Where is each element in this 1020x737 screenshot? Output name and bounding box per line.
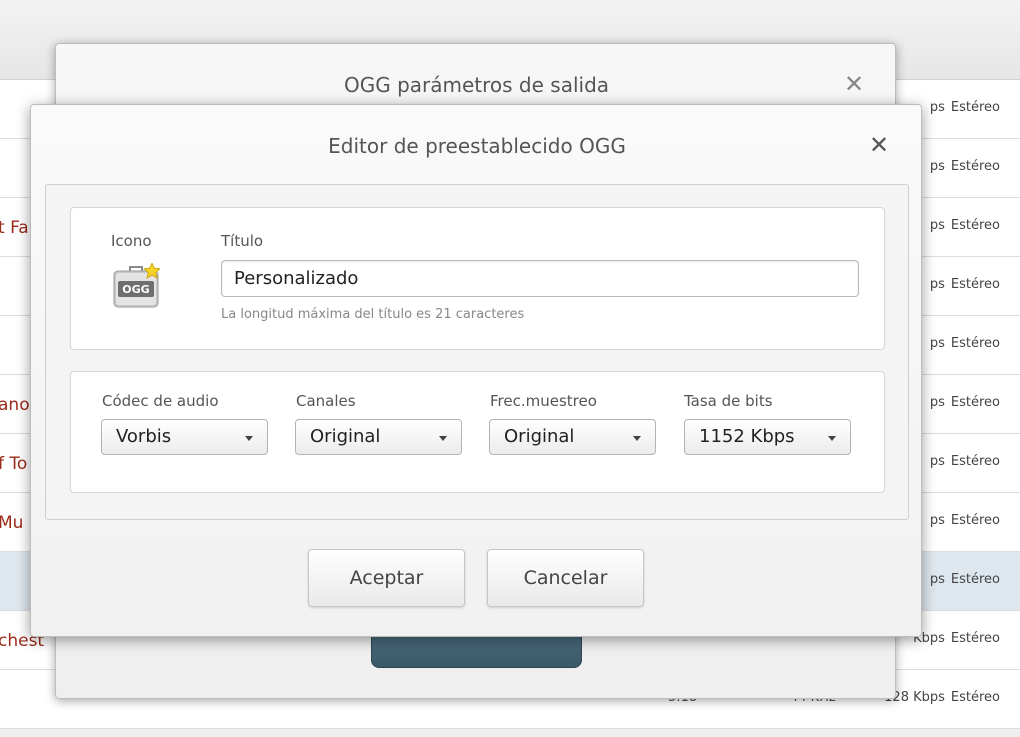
preset-title-input[interactable] bbox=[221, 260, 859, 297]
track-meta: ps Estéreo bbox=[929, 100, 1000, 115]
sample-rate-select[interactable]: Original bbox=[489, 419, 656, 455]
chevron-down-icon bbox=[828, 436, 836, 441]
ogg-icon-text: OGG bbox=[122, 283, 149, 296]
track-meta: ps Estéreo bbox=[929, 218, 1000, 233]
track-meta: ps Estéreo bbox=[929, 277, 1000, 292]
icon-label: Icono bbox=[111, 232, 152, 250]
chevron-down-icon bbox=[439, 436, 447, 441]
track-title: t Fa bbox=[0, 218, 29, 238]
title-label: Título bbox=[221, 232, 264, 250]
bitrate-label: Tasa de bits bbox=[684, 392, 773, 410]
settings-group: Códec de audio Vorbis Canales Original F… bbox=[70, 371, 885, 493]
title-hint: La longitud máxima del título es 21 cara… bbox=[221, 307, 525, 322]
ogg-preset-editor-dialog: Editor de preestablecido OGG ✕ Icono Tít… bbox=[30, 104, 922, 637]
sample-rate-value: Original bbox=[504, 426, 575, 447]
audio-codec-value: Vorbis bbox=[116, 426, 172, 447]
track-meta: ps Estéreo bbox=[929, 395, 1000, 410]
close-icon[interactable]: ✕ bbox=[844, 72, 864, 96]
channels-label: Canales bbox=[296, 392, 356, 410]
title-group: Icono Título OGG La longitud máxima del … bbox=[70, 207, 885, 350]
accept-button[interactable]: Aceptar bbox=[308, 549, 465, 607]
track-title: f To bbox=[0, 454, 28, 474]
channels-select[interactable]: Original bbox=[295, 419, 462, 455]
channels-value: Original bbox=[310, 426, 381, 447]
track-meta: ps Estéreo bbox=[929, 513, 1000, 528]
audio-codec-label: Códec de audio bbox=[102, 392, 219, 410]
chevron-down-icon bbox=[245, 436, 253, 441]
track-meta: ps Estéreo bbox=[929, 336, 1000, 351]
dialog-title: OGG parámetros de salida bbox=[343, 73, 610, 97]
track-meta: ps Estéreo bbox=[929, 159, 1000, 174]
bitrate-select[interactable]: 1152 Kbps bbox=[684, 419, 851, 455]
track-title: ano bbox=[0, 395, 30, 415]
close-icon[interactable]: ✕ bbox=[869, 133, 889, 157]
track-meta: 128 Kbps Estéreo bbox=[884, 690, 1000, 705]
track-meta: ps Estéreo bbox=[929, 572, 1000, 587]
ogg-preset-icon[interactable]: OGG bbox=[112, 262, 161, 311]
track-title: Mu bbox=[0, 513, 24, 533]
track-meta: ps Estéreo bbox=[929, 454, 1000, 469]
chevron-down-icon bbox=[633, 436, 641, 441]
cancel-button[interactable]: Cancelar bbox=[487, 549, 644, 607]
bitrate-value: 1152 Kbps bbox=[699, 426, 795, 447]
sample-rate-label: Frec.muestreo bbox=[490, 392, 597, 410]
audio-codec-select[interactable]: Vorbis bbox=[101, 419, 268, 455]
dialog-title: Editor de preestablecido OGG bbox=[328, 134, 626, 158]
convert-button[interactable] bbox=[371, 634, 582, 668]
editor-panel: Icono Título OGG La longitud máxima del … bbox=[45, 184, 909, 520]
